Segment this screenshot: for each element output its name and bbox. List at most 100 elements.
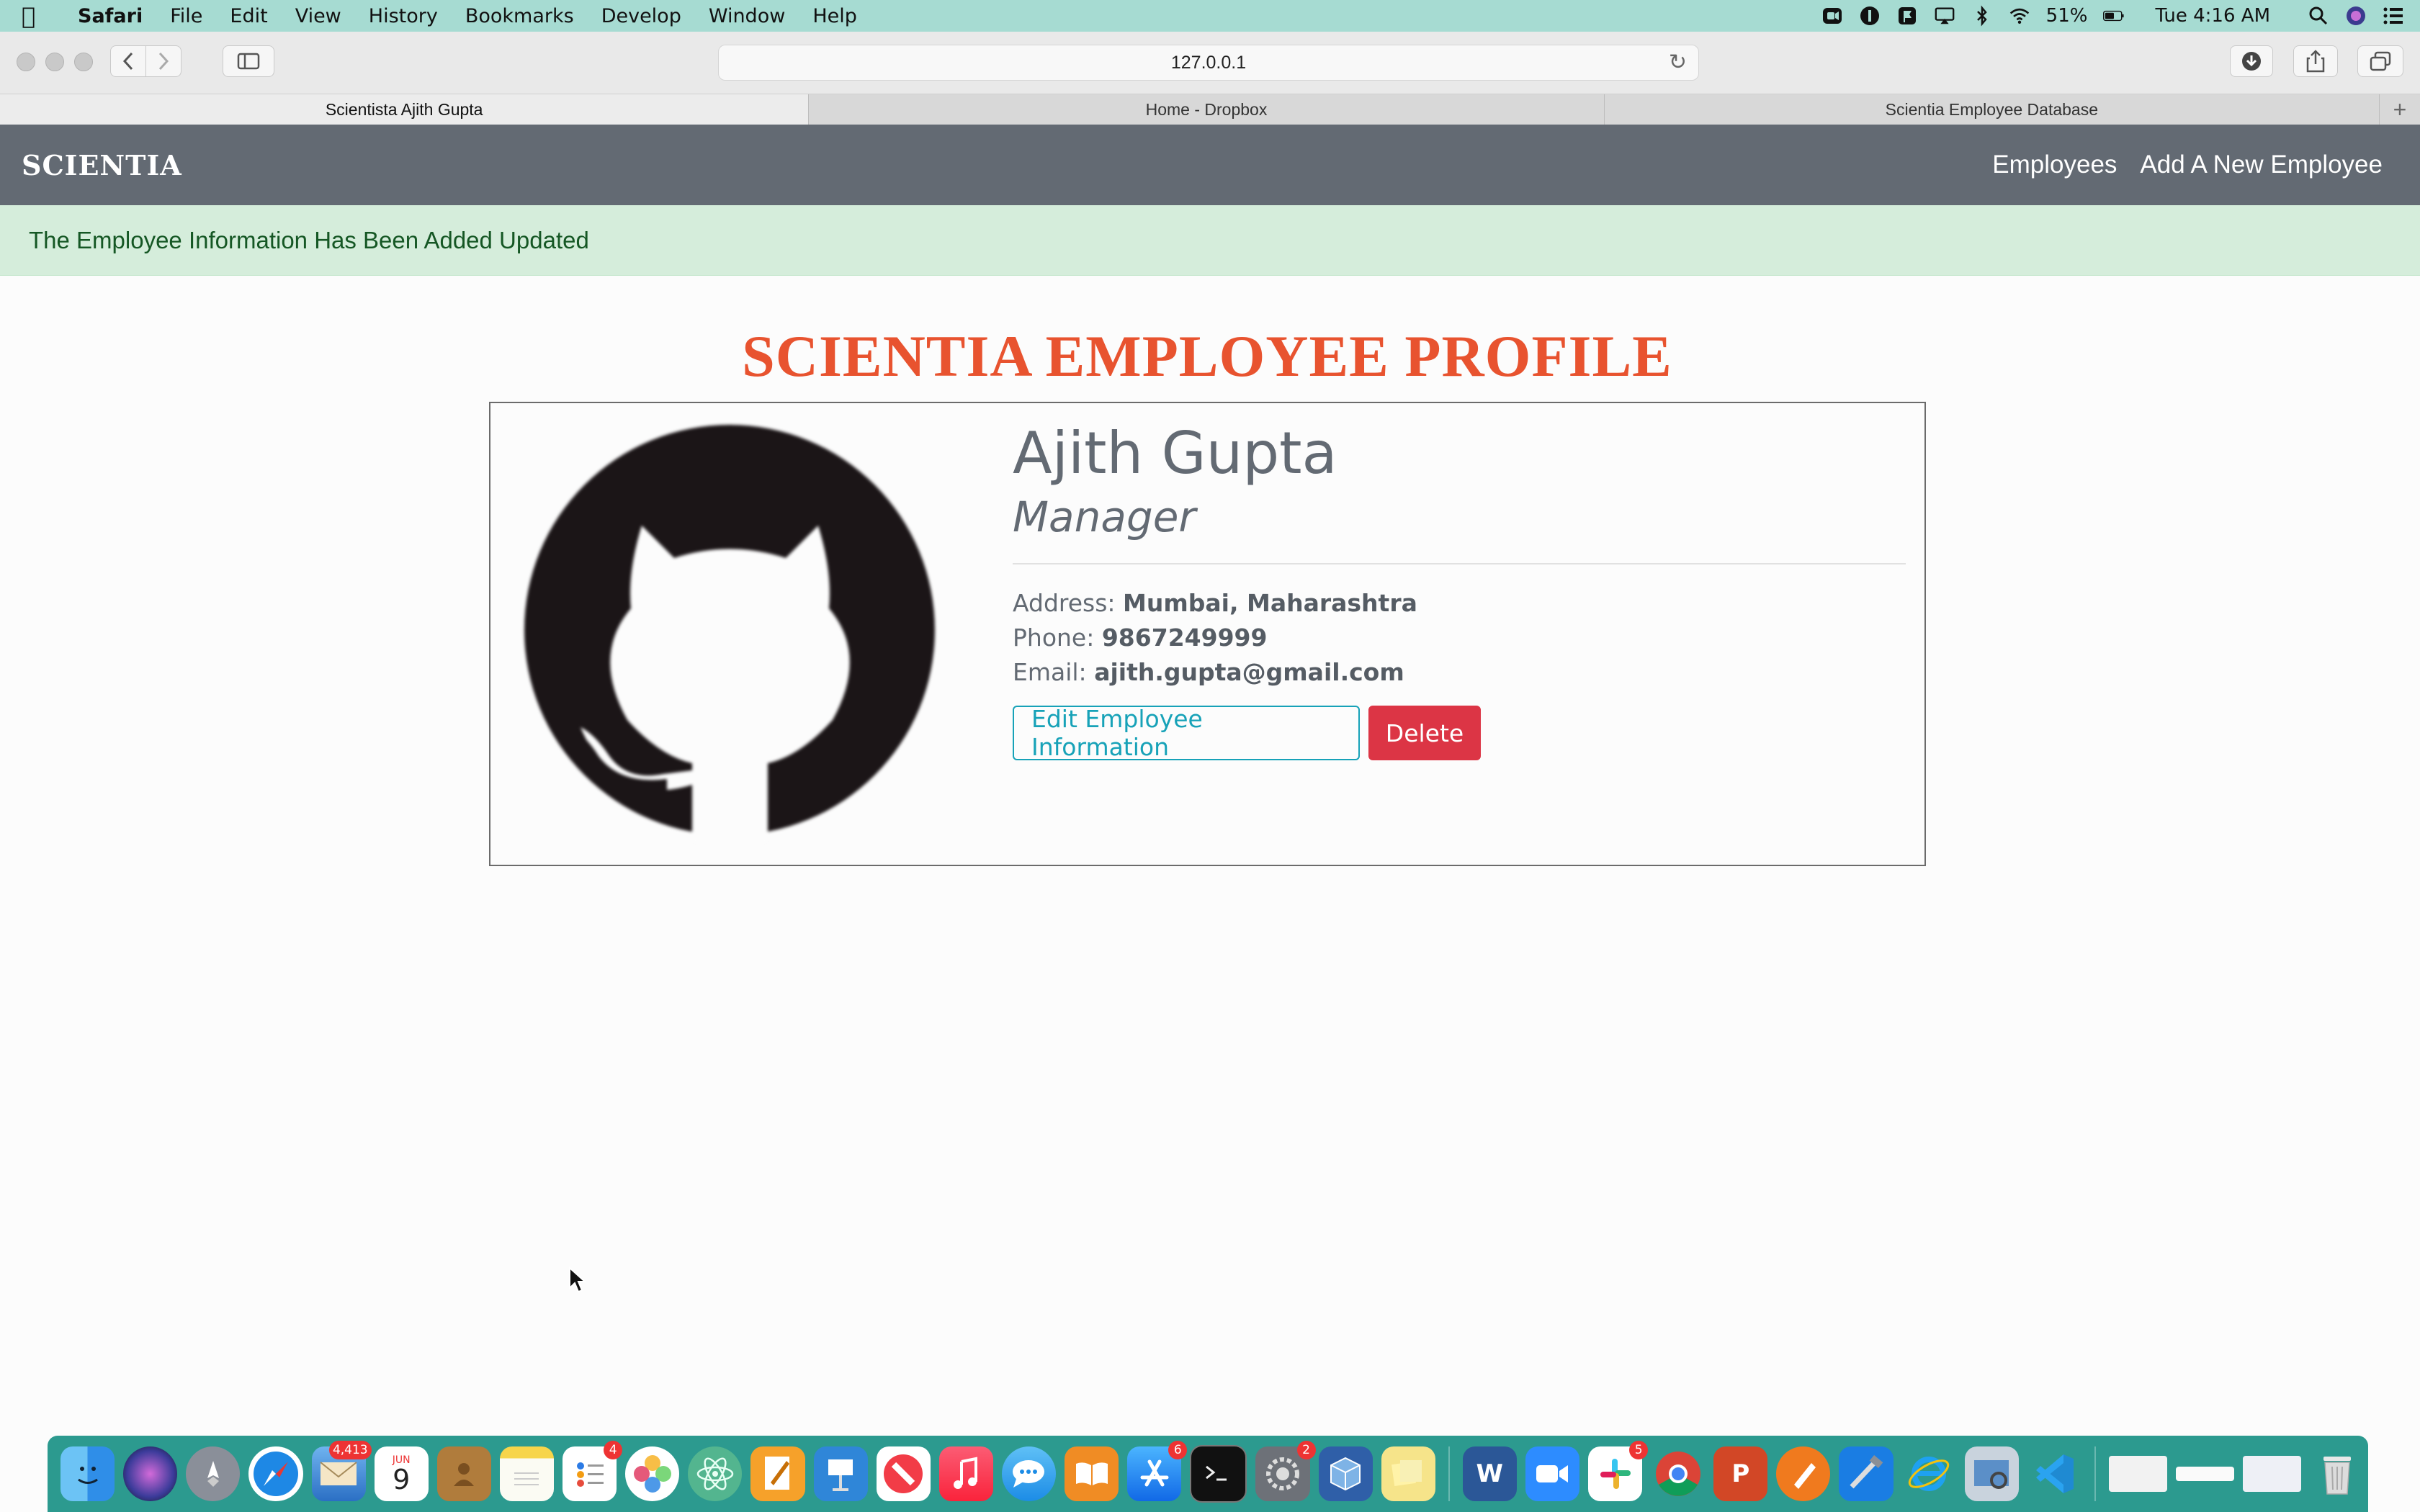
airplay-icon[interactable] <box>1934 5 1955 27</box>
share-icon <box>2306 50 2325 73</box>
trash-icon[interactable] <box>2310 1446 2364 1501</box>
phone-label: Phone: <box>1013 624 1095 652</box>
employee-profile-card: Ajith Gupta Manager Address: Mumbai, Mah… <box>489 402 1926 866</box>
microsoft-word-icon[interactable]: W <box>1462 1446 1517 1501</box>
virtualbox-icon[interactable] <box>1318 1446 1373 1501</box>
phone-row: Phone: 9867249999 <box>1013 621 1906 655</box>
window-close-button[interactable] <box>17 53 35 71</box>
window-thumbnail-1[interactable] <box>2108 1456 2168 1492</box>
macos-menu-bar:  Safari File Edit View History Bookmark… <box>0 0 2420 32</box>
system-preferences-icon[interactable]: 2 <box>1255 1441 1316 1501</box>
menu-edit[interactable]: Edit <box>230 5 267 27</box>
site-nav-links: Employees Add A New Employee <box>1992 150 2383 179</box>
menu-view[interactable]: View <box>295 5 341 27</box>
finder-icon[interactable] <box>60 1446 115 1501</box>
nav-add-employee-link[interactable]: Add A New Employee <box>2140 150 2383 179</box>
siri-dock-icon[interactable] <box>123 1446 178 1501</box>
wifi-icon[interactable] <box>2009 5 2030 27</box>
menu-develop[interactable]: Develop <box>601 5 681 27</box>
menubar-status-area: 51% Tue 4:16 AM <box>1821 0 2404 32</box>
internet-explorer-icon[interactable] <box>1902 1446 1956 1501</box>
window-thumbnail-2[interactable] <box>2176 1467 2235 1481</box>
employee-name: Ajith Gupta <box>1013 420 1337 487</box>
stickies-icon[interactable] <box>1381 1446 1435 1501</box>
battery-percent: 51% <box>2045 5 2088 27</box>
terminal-icon[interactable] <box>1190 1445 1247 1503</box>
nav-employees-link[interactable]: Employees <box>1992 150 2117 179</box>
success-alert: The Employee Information Has Been Added … <box>0 205 2420 276</box>
notes-icon[interactable] <box>499 1446 554 1501</box>
macos-dock: 4,413 JUN 9 4 6 2 W 5 P <box>48 1436 2368 1512</box>
forward-button[interactable] <box>145 45 182 77</box>
chevron-left-icon <box>122 52 133 71</box>
messages-icon[interactable] <box>1001 1446 1056 1501</box>
atom-icon[interactable] <box>688 1446 743 1501</box>
address-bar[interactable]: 127.0.0.1 ↻ <box>718 45 1699 81</box>
site-brand[interactable]: SCIENTIA <box>22 149 182 181</box>
xcode-icon[interactable] <box>1839 1446 1894 1501</box>
books-icon[interactable] <box>1065 1446 1119 1501</box>
vscode-icon[interactable] <box>2027 1446 2081 1501</box>
menu-help[interactable]: Help <box>812 5 857 27</box>
bluetooth-icon[interactable] <box>1971 5 1993 27</box>
contacts-icon[interactable] <box>436 1446 491 1501</box>
reminders-icon[interactable]: 4 <box>563 1441 623 1501</box>
siri-icon[interactable] <box>2345 5 2367 27</box>
site-navbar: SCIENTIA Employees Add A New Employee <box>0 125 2420 205</box>
sidebar-toggle-button[interactable] <box>223 45 274 77</box>
share-button[interactable] <box>2293 45 2338 77</box>
safari-dock-icon[interactable] <box>248 1446 303 1501</box>
mouse-pointer-icon <box>568 1266 587 1297</box>
edit-employee-button[interactable]: Edit Employee Information <box>1013 705 1360 761</box>
menu-window[interactable]: Window <box>709 5 785 27</box>
app-store-icon[interactable]: 6 <box>1127 1441 1188 1501</box>
app-store-badge: 6 <box>1168 1441 1188 1459</box>
menu-bookmarks[interactable]: Bookmarks <box>465 5 574 27</box>
window-zoom-button[interactable] <box>74 53 93 71</box>
music-icon[interactable] <box>938 1446 993 1501</box>
flag-status-icon[interactable] <box>1896 5 1918 27</box>
calendar-icon[interactable]: JUN 9 <box>374 1446 429 1501</box>
email-value: ajith.gupta@gmail.com <box>1094 658 1404 686</box>
zoom-status-icon[interactable] <box>1821 5 1843 27</box>
menubar-clock[interactable]: Tue 4:16 AM <box>2155 5 2270 27</box>
menu-app-name[interactable]: Safari <box>78 5 143 27</box>
downloads-button[interactable] <box>2230 45 2273 77</box>
tab-scientia-employee-database[interactable]: Scientia Employee Database <box>1605 94 2380 125</box>
window-thumbnail-3[interactable] <box>2243 1456 2302 1492</box>
reload-icon[interactable]: ↻ <box>1669 50 1687 75</box>
zoom-icon[interactable] <box>1525 1446 1579 1501</box>
phone-value: 9867249999 <box>1101 624 1268 652</box>
tab-home-dropbox[interactable]: Home - Dropbox <box>809 94 1605 125</box>
preview-icon[interactable] <box>1964 1446 2019 1501</box>
window-minimize-button[interactable] <box>45 53 64 71</box>
spotlight-search-icon[interactable] <box>2308 5 2329 27</box>
email-row: Email: ajith.gupta@gmail.com <box>1013 655 1906 690</box>
onepassword-icon[interactable] <box>1859 5 1881 27</box>
menu-file[interactable]: File <box>170 5 202 27</box>
photos-icon[interactable] <box>625 1446 680 1501</box>
powerpoint-icon[interactable]: P <box>1713 1446 1768 1501</box>
employee-title: Manager <box>1013 492 1196 541</box>
mail-icon[interactable]: 4,413 <box>311 1441 372 1501</box>
tab-scientista-ajith-gupta[interactable]: Scientista Ajith Gupta <box>0 94 810 125</box>
slack-icon[interactable]: 5 <box>1587 1441 1649 1501</box>
apple-menu-icon[interactable]:  <box>22 2 59 30</box>
chrome-icon[interactable] <box>1651 1446 1705 1501</box>
address-row: Address: Mumbai, Maharashtra <box>1013 586 1906 621</box>
pages-icon[interactable] <box>750 1446 805 1501</box>
delete-employee-button[interactable]: Delete <box>1368 706 1481 760</box>
new-tab-button[interactable]: + <box>2380 94 2420 125</box>
launchpad-icon[interactable] <box>186 1446 241 1501</box>
keynote-icon[interactable] <box>813 1446 868 1501</box>
system-preferences-badge: 2 <box>1296 1441 1316 1459</box>
battery-icon[interactable] <box>2103 5 2125 27</box>
news-icon[interactable] <box>876 1446 931 1501</box>
sketch-pen-icon[interactable] <box>1776 1446 1831 1501</box>
slack-badge: 5 <box>1629 1441 1649 1459</box>
address-value: Mumbai, Maharashtra <box>1123 589 1417 617</box>
menu-history[interactable]: History <box>369 5 438 27</box>
tab-overview-button[interactable] <box>2357 45 2403 77</box>
notification-center-icon[interactable] <box>2383 5 2404 27</box>
back-button[interactable] <box>110 45 146 77</box>
